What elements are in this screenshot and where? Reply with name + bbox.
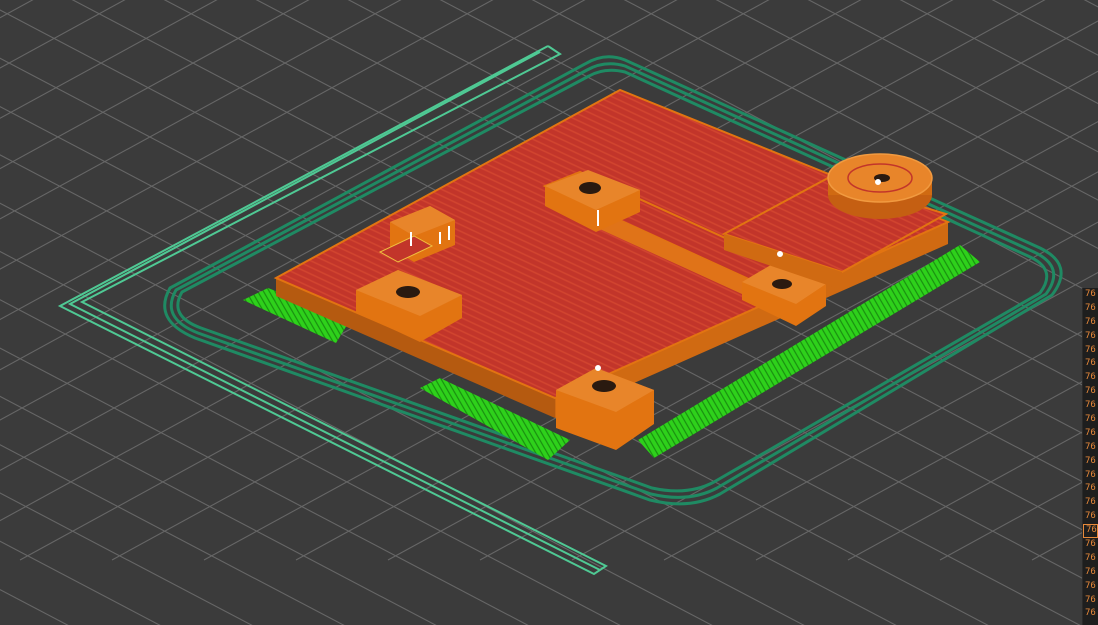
- layer-tick[interactable]: 76: [1083, 482, 1098, 496]
- layer-tick[interactable]: 76: [1083, 288, 1098, 302]
- layer-tick[interactable]: 76: [1083, 566, 1098, 580]
- layer-tick[interactable]: 76: [1083, 371, 1098, 385]
- sliced-model-scene[interactable]: [0, 0, 1098, 625]
- layer-tick[interactable]: 76: [1083, 344, 1098, 358]
- layer-tick[interactable]: 76: [1083, 357, 1098, 371]
- 3d-preview-viewport[interactable]: 76 76 76 76 76 76 76 76 76 76 76 76 76 76 76 76 76 76 76 76…: [0, 0, 1098, 625]
- layer-tick[interactable]: 76: [1083, 469, 1098, 483]
- layer-tick[interactable]: 76: [1083, 607, 1098, 621]
- layer-tick[interactable]: 76: [1083, 496, 1098, 510]
- part-cylinder-boss: [827, 153, 933, 219]
- layer-tick[interactable]: 76: [1083, 413, 1098, 427]
- layer-tick[interactable]: 76: [1083, 552, 1098, 566]
- layer-tick[interactable]: 76: [1083, 330, 1098, 344]
- layer-tick[interactable]: 76: [1083, 441, 1098, 455]
- layer-tick[interactable]: 76: [1083, 580, 1098, 594]
- layer-tick[interactable]: 76: [1083, 399, 1098, 413]
- layer-tick[interactable]: 76: [1083, 510, 1098, 524]
- layer-tick[interactable]: 76: [1083, 538, 1098, 552]
- layer-tick[interactable]: 76: [1083, 427, 1098, 441]
- layer-tick[interactable]: 76: [1083, 302, 1098, 316]
- layer-tick[interactable]: 76: [1083, 385, 1098, 399]
- layer-tick[interactable]: 76: [1083, 524, 1098, 539]
- layer-tick[interactable]: 76: [1083, 455, 1098, 469]
- layer-tick[interactable]: 76: [1083, 316, 1098, 330]
- layer-tick[interactable]: 76: [1083, 594, 1098, 608]
- layer-slider[interactable]: 76 76 76 76 76 76 76 76 76 76 76 76 76 76 76 76 76 76 76 76…: [1082, 288, 1098, 625]
